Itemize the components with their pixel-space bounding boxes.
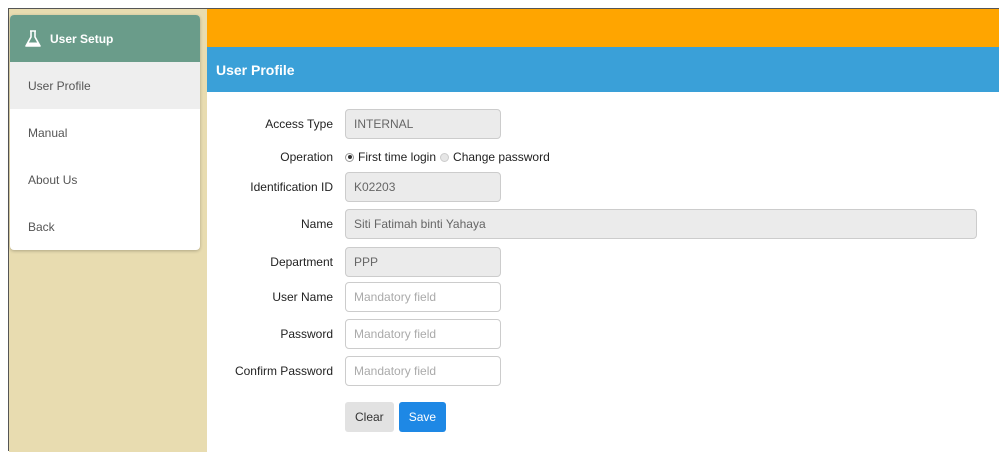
first-time-login-label[interactable]: First time login <box>358 150 436 164</box>
confirm-password-input[interactable]: Mandatory field <box>345 356 501 386</box>
username-row: User Name Mandatory field <box>207 282 999 312</box>
identification-id-field: K02203 <box>345 172 501 202</box>
clear-button[interactable]: Clear <box>345 402 394 432</box>
sidebar-menu: User Setup User Profile Manual About Us … <box>10 15 200 250</box>
save-button[interactable]: Save <box>398 402 447 432</box>
sidebar: User Setup User Profile Manual About Us … <box>9 9 207 452</box>
change-password-label[interactable]: Change password <box>453 150 550 164</box>
user-profile-form: Access Type INTERNAL Operation First tim… <box>207 92 999 451</box>
app-frame: User Setup User Profile Manual About Us … <box>8 8 999 452</box>
operation-row: Operation First time login Change passwo… <box>207 147 999 167</box>
department-field: PPP <box>345 247 501 277</box>
operation-label: Operation <box>280 150 333 164</box>
top-bar <box>207 9 999 47</box>
sidebar-header: User Setup <box>10 15 200 62</box>
flask-icon <box>24 29 42 48</box>
identification-id-label: Identification ID <box>250 180 333 194</box>
name-label: Name <box>300 217 333 231</box>
sidebar-item-manual[interactable]: Manual <box>10 109 200 156</box>
sidebar-item-about-us[interactable]: About Us <box>10 156 200 203</box>
page-title-bar: User Profile <box>207 47 999 92</box>
username-label: User Name <box>272 290 333 304</box>
sidebar-item-label: About Us <box>28 172 78 187</box>
sidebar-item-label: Manual <box>28 125 68 140</box>
confirm-password-row: Confirm Password Mandatory field <box>207 356 999 386</box>
confirm-password-label: Confirm Password <box>234 364 333 378</box>
change-password-radio[interactable] <box>440 152 450 162</box>
department-row: Department PPP <box>207 247 999 277</box>
username-input[interactable]: Mandatory field <box>345 282 501 312</box>
department-label: Department <box>270 255 333 269</box>
password-label: Password <box>280 327 333 341</box>
name-field: Siti Fatimah binti Yahaya <box>345 209 977 239</box>
page-title: User Profile <box>216 61 295 78</box>
password-row: Password Mandatory field <box>207 319 999 349</box>
sidebar-item-label: User Profile <box>28 78 91 93</box>
access-type-row: Access Type INTERNAL <box>207 109 999 139</box>
password-input[interactable]: Mandatory field <box>345 319 501 349</box>
sidebar-item-back[interactable]: Back <box>10 203 200 250</box>
sidebar-item-label: Back <box>28 219 55 234</box>
access-type-field: INTERNAL <box>345 109 501 139</box>
sidebar-header-label: User Setup <box>50 31 114 46</box>
access-type-label: Access Type <box>265 117 333 131</box>
name-row: Name Siti Fatimah binti Yahaya <box>207 209 999 239</box>
form-actions: Clear Save <box>207 402 999 432</box>
sidebar-item-user-profile[interactable]: User Profile <box>10 62 200 109</box>
first-time-login-radio[interactable] <box>345 152 354 162</box>
identification-id-row: Identification ID K02203 <box>207 172 999 202</box>
